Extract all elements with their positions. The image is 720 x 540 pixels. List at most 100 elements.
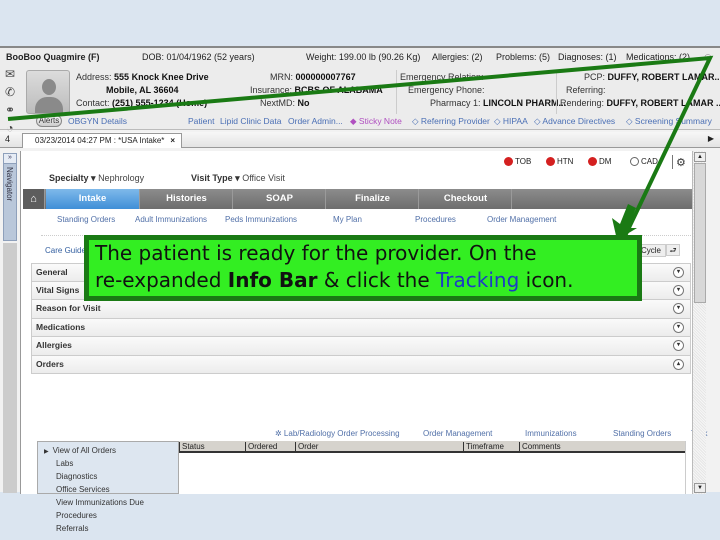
subnav-my-plan[interactable]: My Plan xyxy=(333,215,362,224)
flag-tob[interactable]: TOB xyxy=(504,157,531,167)
info-bar-side-icons: ✉ ✆ ⚭ ◔ xyxy=(2,66,20,138)
order-tree-item[interactable]: Office Services xyxy=(38,485,178,498)
column-timeframe[interactable]: Timeframe xyxy=(463,442,504,453)
order-tree-item[interactable]: Labs xyxy=(38,459,178,472)
column-comments[interactable]: Comments xyxy=(519,442,561,453)
emergency-relation-field: Emergency Relation: xyxy=(400,72,484,82)
gear-icon[interactable]: ⚙ xyxy=(676,156,688,169)
section-reason-for-visit[interactable]: Reason for Visit ▾ xyxy=(31,300,691,319)
subnav-order-management[interactable]: Order Management xyxy=(487,215,556,224)
advance-directives-link[interactable]: ◇ Advance Directives xyxy=(534,116,615,127)
pharmacy-field: Pharmacy 1: LINCOLN PHARM... xyxy=(430,98,567,108)
address-line2: Mobile, AL 36604 xyxy=(106,85,179,95)
allergies-count[interactable]: Allergies: (2) xyxy=(432,52,483,62)
collapse-icon[interactable]: ▴ xyxy=(673,358,684,370)
visit-type-value: Office Visit xyxy=(242,173,285,183)
order-management-link[interactable]: Order Management xyxy=(423,429,492,438)
referring-provider-link[interactable]: ◇ Referring Provider xyxy=(412,116,490,127)
order-tree-item[interactable]: Procedures xyxy=(38,511,178,524)
tab-soap[interactable]: SOAP xyxy=(234,189,326,209)
tab-label: 03/23/2014 04:27 PM : *USA Intake* xyxy=(35,136,165,145)
patient-link[interactable]: Patient xyxy=(188,116,214,126)
health-flags: TOB HTN DM CAD ⚙ xyxy=(482,155,702,171)
specialty-label: Specialty ▾ xyxy=(49,173,96,183)
section-medications[interactable]: Medications ▾ xyxy=(31,318,691,337)
subnav-procedures[interactable]: Procedures xyxy=(415,215,456,224)
tab-histories[interactable]: Histories xyxy=(141,189,233,209)
column-status[interactable]: Status xyxy=(179,442,205,453)
order-tree-item[interactable]: ▶ View of All Orders xyxy=(38,446,178,459)
standing-orders-link[interactable]: Standing Orders xyxy=(613,429,671,438)
section-orders[interactable]: Orders ▴ xyxy=(31,355,691,374)
emergency-phone-field: Emergency Phone: xyxy=(408,85,485,95)
care-guide-link[interactable]: Care Guide xyxy=(45,246,86,255)
collapse-info-bar-icon[interactable]: ◎ xyxy=(704,52,712,63)
tab-finalize[interactable]: Finalize xyxy=(327,189,419,209)
scroll-down-icon[interactable]: ▼ xyxy=(694,483,706,493)
obgyn-details-link[interactable]: OBGYN Details xyxy=(68,116,127,126)
hipaa-link[interactable]: ◇ HIPAA xyxy=(494,116,528,127)
order-links: ✲ Lab/Radiology Order Processing Order M… xyxy=(261,429,707,441)
expand-icon[interactable]: ▾ xyxy=(673,340,684,351)
flag-cad[interactable]: CAD xyxy=(630,157,658,167)
problems-count[interactable]: Problems: (5) xyxy=(496,52,550,62)
expand-icon[interactable]: ▾ xyxy=(673,303,684,314)
visit-type-label: Visit Type ▾ xyxy=(191,173,240,183)
avatar xyxy=(26,70,70,114)
navigator-label: Navigator xyxy=(5,167,14,202)
phone-icon[interactable]: ✆ xyxy=(2,84,18,100)
orders-table: Status Ordered Order Timeframe Comments xyxy=(179,441,686,494)
scroll-tabs-right-icon[interactable]: ▶ xyxy=(708,134,714,143)
alert-icon xyxy=(588,157,597,167)
message-icon[interactable]: ✉ xyxy=(2,66,18,82)
close-icon[interactable]: × xyxy=(170,136,175,145)
tab-intake[interactable]: Intake xyxy=(46,189,140,209)
pcp-field: PCP: DUFFY, ROBERT LAMAR... xyxy=(584,72,720,82)
subnav-peds-immunizations[interactable]: Peds Immunizations xyxy=(225,215,297,224)
column-order[interactable]: Order xyxy=(295,442,318,453)
subnav-adult-immunizations[interactable]: Adult Immunizations xyxy=(135,215,207,224)
screening-summary-link[interactable]: ◇ Screening Summary xyxy=(626,116,712,127)
home-icon[interactable]: ⌂ xyxy=(23,189,45,209)
navigator-panel[interactable]: » Navigator xyxy=(3,153,17,241)
caret-right-icon: ▶ xyxy=(44,449,49,455)
order-tree-item[interactable]: Referrals xyxy=(38,524,178,537)
flag-dm[interactable]: DM xyxy=(588,157,611,167)
tab-checkout[interactable]: Checkout xyxy=(420,189,512,209)
address-field: Address: 555 Knock Knee Drive xyxy=(76,72,209,82)
visit-type-selector[interactable]: Visit Type ▾ Office Visit xyxy=(191,173,285,184)
medications-count[interactable]: Medications: (2) xyxy=(626,52,690,62)
sticky-note-link[interactable]: ◆ Sticky Note xyxy=(350,116,402,127)
order-tree-item[interactable]: Diagnostics xyxy=(38,472,178,485)
main-panel: Specialty ▾ Nephrology Visit Type ▾ Offi… xyxy=(20,151,707,533)
tab-usa-intake[interactable]: 03/23/2014 04:27 PM : *USA Intake* × xyxy=(22,133,183,148)
mrn-field: MRN: 000000007767 xyxy=(270,72,356,82)
order-tree-item[interactable]: View Immunizations Due xyxy=(38,498,178,511)
lipid-clinic-link[interactable]: Lipid Clinic Data xyxy=(220,116,281,126)
nextmd-field: NextMD: No xyxy=(260,98,310,108)
immunizations-link[interactable]: Immunizations xyxy=(525,429,577,438)
expand-navigator-icon[interactable]: » xyxy=(4,154,16,164)
intake-sub-navigation: Standing Orders Adult Immunizations Peds… xyxy=(39,215,689,227)
specialty-selector[interactable]: Specialty ▾ Nephrology xyxy=(49,173,144,184)
scroll-thumb[interactable] xyxy=(694,163,706,303)
cycle-dropdown-icon[interactable]: ⮐ xyxy=(666,244,680,256)
diagnoses-count[interactable]: Diagnoses: (1) xyxy=(558,52,617,62)
patient-name[interactable]: BooBoo Quagmire (F) xyxy=(6,52,100,62)
expand-icon[interactable]: ▾ xyxy=(673,321,684,333)
subnav-standing-orders[interactable]: Standing Orders xyxy=(57,215,115,224)
info-bar-summary: BooBoo Quagmire (F) DOB: 01/04/1962 (52 … xyxy=(6,52,714,66)
section-allergies[interactable]: Allergies ▾ xyxy=(31,337,691,356)
vertical-scrollbar[interactable]: ▲ ▼ xyxy=(692,151,706,494)
column-ordered[interactable]: Ordered xyxy=(245,442,277,453)
flag-htn[interactable]: HTN xyxy=(546,157,573,167)
lab-radiology-link[interactable]: ✲ Lab/Radiology Order Processing xyxy=(275,429,400,438)
order-admin-link[interactable]: Order Admin... xyxy=(288,116,343,126)
document-tab-strip: 4 03/23/2014 04:27 PM : *USA Intake* × ▶ xyxy=(0,132,720,148)
expand-icon[interactable]: ▾ xyxy=(673,284,684,296)
alert-icon xyxy=(546,157,555,167)
scroll-up-icon[interactable]: ▲ xyxy=(694,152,706,162)
expand-icon[interactable]: ▾ xyxy=(673,267,684,278)
link-icon[interactable]: ⚭ xyxy=(2,102,18,118)
tutorial-callout: The patient is ready for the provider. O… xyxy=(84,235,642,301)
